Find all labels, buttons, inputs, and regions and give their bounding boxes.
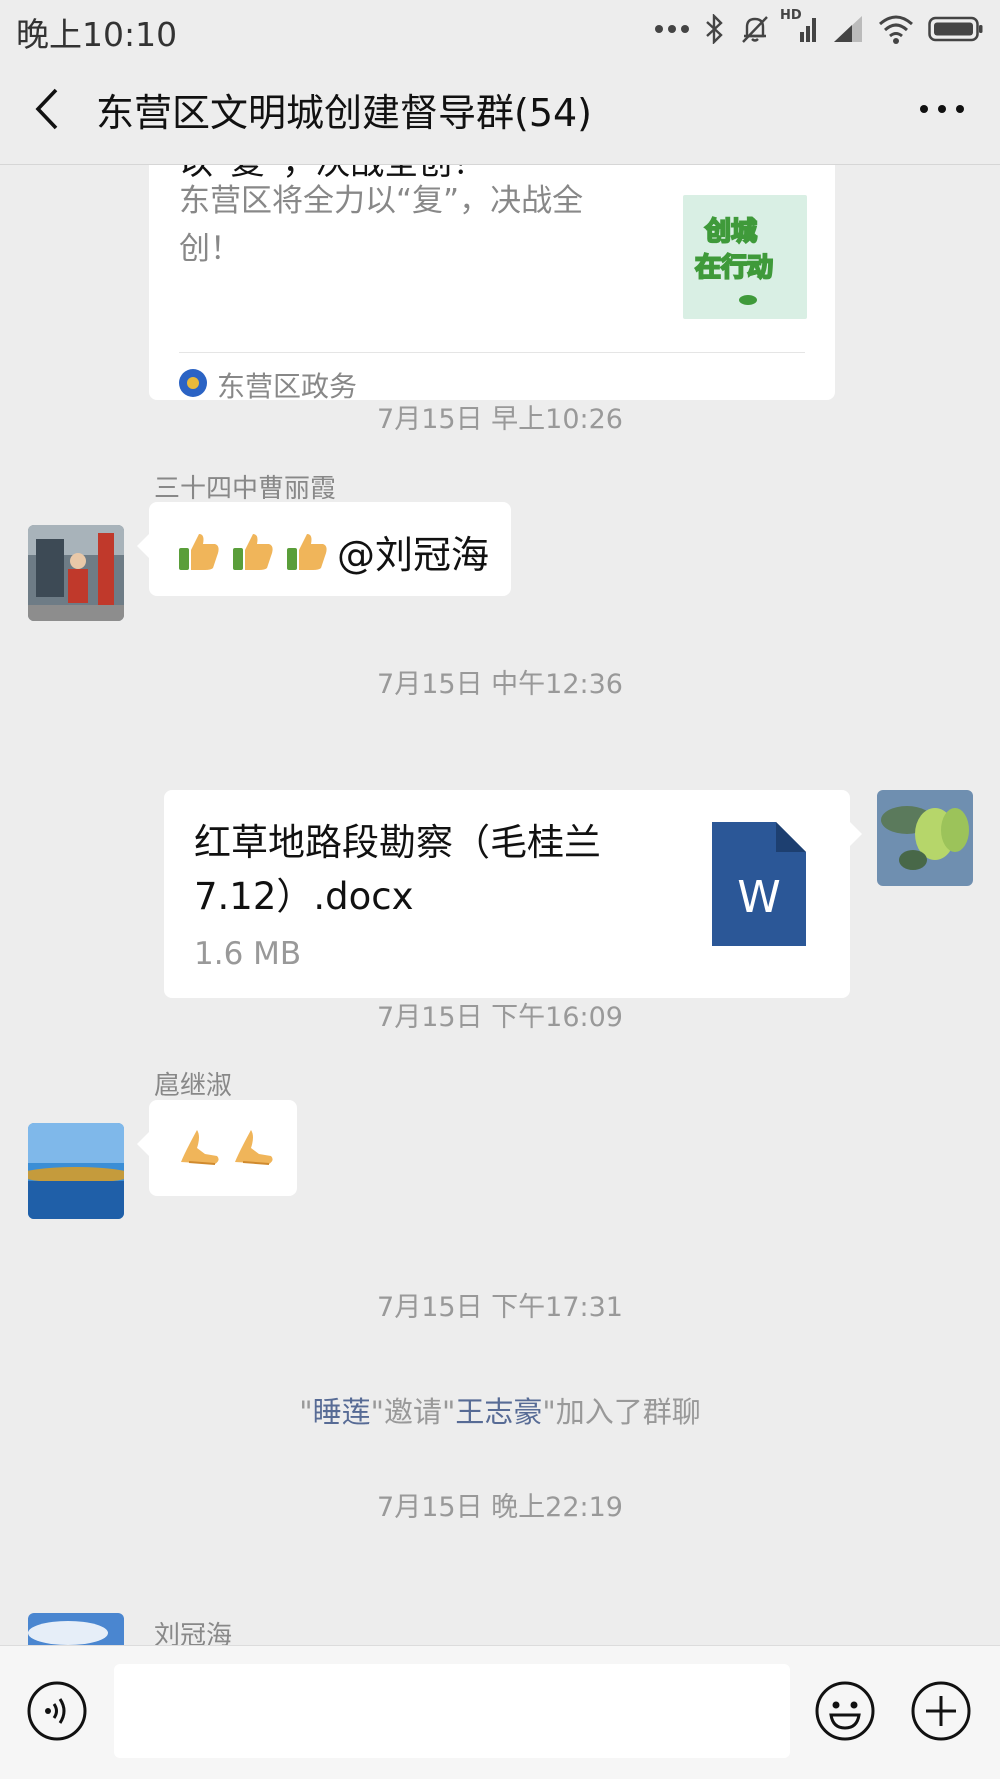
plus-button[interactable] [910,1680,972,1742]
inviter-name[interactable]: 睡莲 [313,1395,371,1429]
invite-text: "邀请" [370,1395,456,1429]
my-avatar[interactable] [877,790,973,886]
back-button[interactable] [26,84,70,134]
avatar-photo [877,790,973,886]
status-icons: HD [654,8,984,46]
thumbs-up-icon [233,533,273,570]
sender-name: 三十四中曹丽霞 [154,474,337,504]
bluetooth-icon [704,14,726,44]
article-card[interactable]: 以“复”，决战全创！ 东营区将全力以“复”，决战全创！ 创城 在行动 东营区政务 [149,165,835,403]
timestamp: 7月15日 中午12:36 [377,669,623,700]
signal-icon [832,14,864,44]
input-bar [0,1645,1000,1779]
avatar[interactable] [28,1123,124,1219]
message-input[interactable] [114,1664,790,1758]
mute-bell-icon [740,14,770,44]
sender-name: 扈继淑 [154,1071,233,1101]
file-message[interactable]: 红草地路段勘察（毛桂兰7.12）.docx 1.6 MB W [164,790,862,998]
status-time: 晚上10:10 [16,15,178,54]
status-bar: 晚上10:10 HD [0,0,1000,54]
voice-button[interactable] [26,1680,88,1742]
avatar-photo [28,1123,124,1219]
word-file-icon: W [712,822,806,946]
avatar[interactable] [28,1613,124,1645]
thumbnail-text-2: 在行动 [694,252,774,284]
hd-signal-icon: HD [780,8,818,44]
avatar[interactable] [28,525,124,621]
message-text: @刘冠海 [175,524,489,579]
leaf-icon [739,295,757,305]
article-description: 东营区将全力以“复”，决战全创！ [179,183,584,267]
word-letter: W [737,872,781,923]
sender-name: 刘冠海 [154,1621,233,1645]
avatar-photo [28,1613,124,1645]
thumbs-up-icon [179,533,219,570]
emoji-icon [815,1681,875,1741]
timestamp: 7月15日 下午17:31 [377,1292,623,1323]
message-bubble[interactable]: @刘冠海 [137,502,511,596]
card-divider [179,352,805,353]
quote-mark: " [299,1395,313,1429]
mention-text: @刘冠海 [337,533,490,577]
dots-icon [654,24,690,34]
message-bubble[interactable] [137,1100,297,1196]
system-message: "睡莲"邀请"王志豪"加入了群聊 [0,1389,1000,1431]
file-name: 红草地路段勘察（毛桂兰7.12）.docx [194,821,601,918]
gov-emblem-icon [179,369,207,397]
chat-title: 东营区文明城创建督导群(54) [96,91,593,135]
voice-icon [27,1681,87,1741]
more-icon [920,105,964,113]
more-button[interactable] [914,84,970,134]
thumbnail-text-1: 创城 [704,216,758,248]
battery-icon [928,15,984,43]
back-arrow-icon [35,88,58,130]
article-thumbnail: 创城 在行动 [683,195,807,319]
wifi-icon [878,14,914,44]
plus-icon [911,1681,971,1741]
message-text [175,1122,277,1170]
invitee-name[interactable]: 王志豪 [455,1395,542,1429]
thumbs-up-icon [287,533,327,570]
timestamp: 7月15日 下午16:09 [377,1002,623,1033]
chat-messages: 以“复”，决战全创！ 东营区将全力以“复”，决战全创！ 创城 在行动 东营区政务… [0,165,1000,1645]
praying-hands-icon [181,1130,219,1165]
avatar-photo [28,525,124,621]
timestamp: 7月15日 早上10:26 [377,404,623,435]
praying-hands-icon [235,1130,273,1165]
file-size: 1.6 MB [194,936,302,972]
emoji-button[interactable] [814,1680,876,1742]
hd-label: HD [780,8,802,23]
join-text: "加入了群聊 [542,1395,701,1429]
timestamp: 7月15日 晚上22:19 [377,1492,623,1523]
chat-header: 东营区文明城创建督导群(54) [0,54,1000,165]
